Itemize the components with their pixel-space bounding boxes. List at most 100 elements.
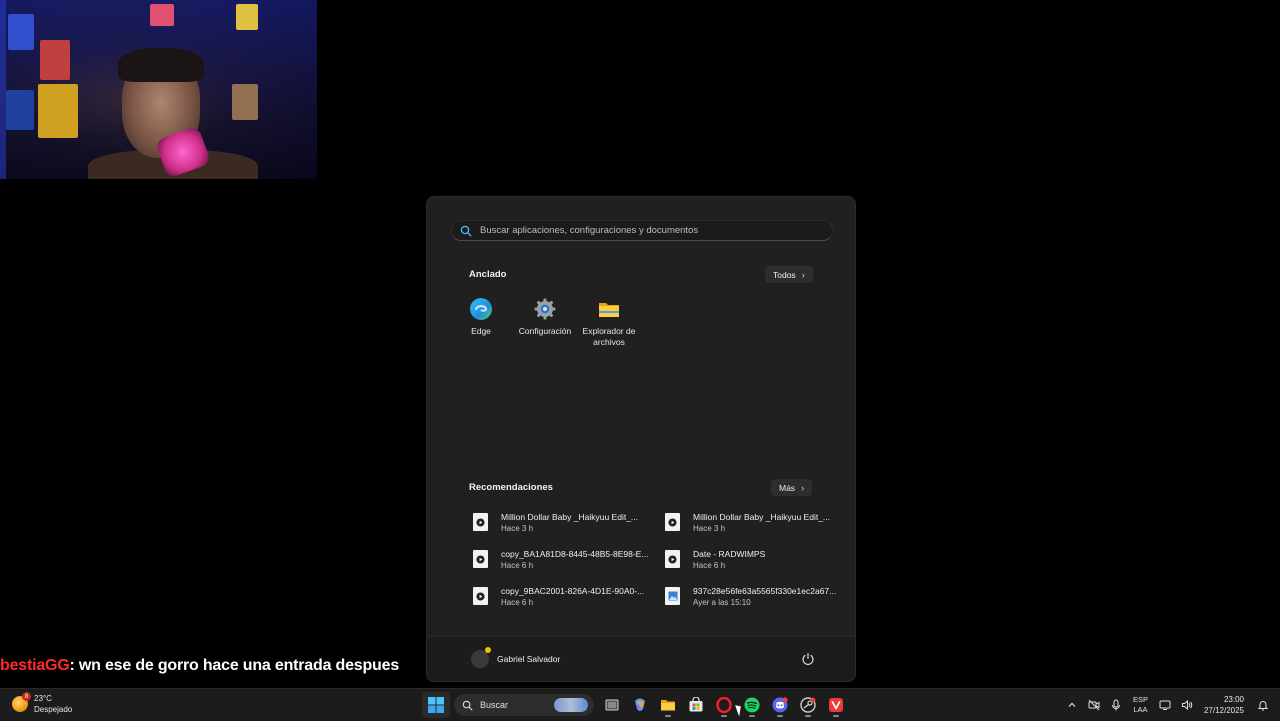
start-search-box[interactable] [451,220,833,241]
taskbar-search[interactable]: Buscar [454,694,594,716]
weather-icon: 8 [12,692,31,712]
spotify-icon [744,697,760,713]
video-file-icon [665,513,680,531]
vivaldi-button[interactable] [822,692,850,718]
start-search-input[interactable] [480,225,832,236]
search-icon [460,225,472,236]
vivaldi-icon [829,698,843,712]
start-button[interactable] [422,692,450,718]
recommended-item[interactable]: copy_BA1A81D8-8445-48B5-8E98-E... Hace 6… [469,545,649,573]
windows-icon [428,697,444,713]
status-dot [485,647,491,653]
microphone-icon[interactable] [1105,689,1127,721]
pinned-app-settings[interactable]: Configuración [513,297,577,337]
recommended-item-time: Hace 3 h [501,523,534,533]
pinned-app-label: Edge [471,326,491,336]
video-file-icon [473,550,488,568]
recommended-item-time: Hace 6 h [693,560,726,570]
recommended-item-name: Million Dollar Baby _Haikyuu Edit_... [501,511,639,522]
more-button[interactable]: Más › [771,479,813,496]
copilot-button[interactable] [626,692,654,718]
running-indicator [833,715,839,717]
weather-widget[interactable]: 8 23°C Despejado [12,692,73,715]
recommended-item-time: Ayer a las 15:10 [693,597,751,607]
file-explorer-button[interactable] [654,692,682,718]
chevron-right-icon: › [801,269,805,280]
recommended-item[interactable]: Date - RADWIMPS Hace 6 h [661,545,831,573]
recommended-title: Recomendaciones [469,482,553,493]
all-apps-button[interactable]: Todos › [765,266,813,283]
user-account-button[interactable]: Gabriel Salvador [471,647,560,668]
all-apps-label: Todos [773,269,796,280]
chevron-right-icon: › [801,482,805,493]
steam-button[interactable] [794,692,822,718]
person-hair [118,48,204,82]
weather-desc: Despejado [34,705,73,714]
chat-text: : wn ese de gorro hace una entrada despu… [69,657,400,674]
avatar [471,647,491,668]
network-icon[interactable] [1154,689,1176,721]
pinned-app-label: Explorador de archivos [582,326,636,347]
more-label: Más [779,482,796,493]
camera-off-icon[interactable] [1083,689,1105,721]
notification-bell-icon[interactable] [1252,689,1274,721]
video-file-icon [665,550,680,568]
recommended-item-time: Hace 3 h [693,523,726,533]
video-file-icon [473,587,488,605]
edge-icon [469,297,493,321]
recommended-item-time: Hace 6 h [501,597,534,607]
search-highlight-icon [554,698,588,712]
pinned-app-file-explorer[interactable]: Explorador de archivos [577,297,641,347]
recommended-item-time: Hace 6 h [501,560,534,570]
pinned-app-label: Configuración [518,326,572,336]
volume-icon[interactable] [1176,689,1198,721]
search-icon [462,700,473,710]
opera-button[interactable] [710,692,738,718]
recommended-item-name: copy_BA1A81D8-8445-48B5-8E98-E... [501,548,649,559]
clock[interactable]: 23:00 27/12/2025 [1204,694,1244,716]
language-code: ESP [1132,695,1148,704]
input-language[interactable]: ESP LAA [1133,695,1148,715]
recommended-item[interactable]: 937c28e56fe63a5565f330e1ec2a67... Ayer a… [661,582,837,610]
image-file-icon [665,587,680,605]
chat-username: bestiaGG [0,657,70,674]
collectible-box [236,4,258,30]
notification-badge: 8 [22,692,31,701]
store-icon [689,697,703,712]
system-tray: ESP LAA 23:00 27/12/2025 [1061,689,1280,721]
power-icon[interactable] [801,652,815,666]
clock-time: 23:00 [1223,695,1244,704]
recommended-item-name: Date - RADWIMPS [693,548,766,559]
recommended-item-name: 937c28e56fe63a5565f330e1ec2a67... [693,585,837,596]
collectible-box [6,90,34,130]
collectible-box [8,14,34,50]
webcam-overlay [0,0,317,179]
video-file-icon [473,513,488,531]
start-footer: Gabriel Salvador [427,636,855,681]
taskbar-apps: Buscar [422,692,850,718]
chat-message: bestiaGG: wn ese de gorro hace una entra… [0,657,399,679]
recommended-item[interactable]: Million Dollar Baby _Haikyuu Edit_... Ha… [661,508,831,536]
copilot-icon [635,698,645,711]
chevron-up-icon[interactable] [1061,689,1083,721]
task-view-button[interactable] [598,692,626,718]
collectible-box [232,84,258,120]
recommended-item-name: Million Dollar Baby _Haikyuu Edit_... [693,511,831,522]
collectible-box [40,40,70,80]
clock-date: 27/12/2025 [1203,706,1244,715]
store-button[interactable] [682,692,710,718]
recommended-item[interactable]: copy_9BAC2001-826A-4D1E-90A0-... Hace 6 … [469,582,644,610]
pinned-app-edge[interactable]: Edge [449,297,513,337]
recommended-item[interactable]: Million Dollar Baby _Haikyuu Edit_... Ha… [469,508,639,536]
keyboard-layout: LAA [1133,705,1148,714]
folder-icon [661,700,675,711]
opera-icon [716,697,732,713]
running-indicator [665,715,671,717]
gear-icon [533,297,557,321]
running-indicator [805,715,811,717]
discord-button[interactable] [766,692,794,718]
running-indicator [749,715,755,717]
taskbar: 8 23°C Despejado Buscar ESP LAA 23:00 27… [0,688,1280,721]
start-menu: Anclado Todos › Edge [426,196,856,682]
weather-temp: 23°C [34,694,52,703]
